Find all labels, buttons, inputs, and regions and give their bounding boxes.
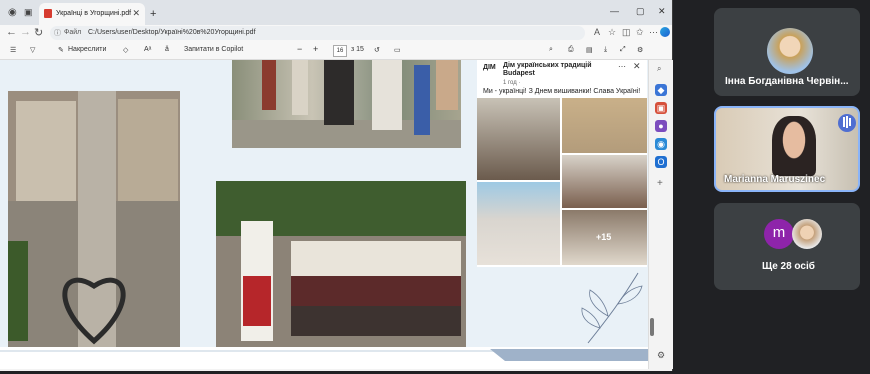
minimize-icon[interactable]: — <box>610 6 619 16</box>
add-sidebar-icon[interactable]: + <box>657 178 663 189</box>
shopping-icon[interactable]: ◆ <box>655 84 667 96</box>
save-as-icon[interactable]: ⤓ <box>604 46 607 54</box>
search-icon[interactable]: ⌕ <box>549 46 553 54</box>
reload-icon[interactable]: ↻ <box>34 26 43 39</box>
org-name[interactable]: Дім українських традицій Budapest <box>503 62 613 78</box>
browser-window: ◉ ▣ Українці в Угорщині.pdf ✕ + — ▢ ✕ ← … <box>0 0 673 371</box>
profile-icon[interactable]: ◉ <box>8 7 17 18</box>
text-icon[interactable]: Aᵃ <box>144 46 151 53</box>
tab-title: Українці в Угорщині.pdf <box>56 10 132 17</box>
tab-actions-icon[interactable]: ▣ <box>24 7 33 18</box>
office-icon[interactable]: ◉ <box>655 138 667 150</box>
back-icon[interactable]: ← <box>6 26 17 38</box>
leaf-decoration <box>581 272 643 344</box>
tab-bar: ◉ ▣ Українці в Угорщині.pdf ✕ + — ▢ ✕ <box>0 0 672 25</box>
copilot-icon[interactable] <box>660 27 670 37</box>
scrollbar-thumb[interactable] <box>650 318 654 336</box>
participant2-video <box>772 116 816 176</box>
photo-square-heart <box>8 91 180 347</box>
participant2-name: Marianna Maruszinec <box>724 174 826 185</box>
address-bar[interactable]: ⓘ Файл C:/Users/user/Desktop/Україні%20в… <box>50 26 585 40</box>
participant1-name: Інна Богданівна Червін... <box>725 76 849 87</box>
outlook-icon[interactable]: O <box>655 156 667 168</box>
pdf-icon <box>44 9 52 18</box>
post-photo-3[interactable] <box>562 155 647 208</box>
settings-icon[interactable]: ⚙ <box>637 46 643 54</box>
eraser-icon[interactable]: ◇ <box>123 46 128 54</box>
tab-pdf[interactable]: Українці в Угорщині.pdf ✕ <box>39 3 145 25</box>
photo-choir <box>216 181 466 347</box>
close-window-icon[interactable]: ✕ <box>658 6 666 17</box>
participant-tile-2[interactable]: Marianna Maruszinec <box>714 106 860 192</box>
page-bottom-strip <box>0 347 648 369</box>
favorite-icon[interactable]: ☆ <box>608 27 616 38</box>
post-photo-1[interactable] <box>477 98 560 180</box>
highlight-icon[interactable]: ▽ <box>30 46 35 54</box>
post-text: Ми - українці! З Днем вишиванки! Слава У… <box>483 88 641 95</box>
games-icon[interactable]: ● <box>655 120 667 132</box>
favorites-icon[interactable]: ✩ <box>636 27 644 38</box>
meet-panel: 🎙︎ Інна Богданівна Червін... Marianna Ma… <box>674 0 870 371</box>
read-icon[interactable]: ǎ <box>165 46 169 53</box>
others-avatar-photo <box>792 219 822 249</box>
print-icon[interactable]: ⎙ <box>568 46 574 54</box>
read-aloud-icon[interactable]: A <box>594 27 600 37</box>
choir-illustration <box>216 181 466 347</box>
org-logo: ДІМ <box>483 64 496 71</box>
photo-procession <box>232 60 461 148</box>
post-time: 1 год · <box>503 80 521 86</box>
rotate-icon[interactable]: ↺ <box>374 46 380 54</box>
zoom-out-button[interactable]: − <box>297 44 302 54</box>
close-post-icon[interactable]: ✕ <box>633 61 641 72</box>
zoom-in-button[interactable]: + <box>313 44 318 54</box>
post-photo-2[interactable] <box>562 98 647 153</box>
more-photos-count: +15 <box>596 232 612 242</box>
wave-decoration <box>0 349 648 361</box>
maximize-icon[interactable]: ▢ <box>636 6 645 17</box>
address-bar-row: ← → ↻ ⓘ Файл C:/Users/user/Desktop/Украї… <box>0 25 672 42</box>
others-tile[interactable]: m Ще 28 осіб <box>714 203 860 290</box>
page-view-icon[interactable]: ▭ <box>394 46 401 54</box>
page-number-input[interactable]: 16 <box>333 45 347 57</box>
sidebar-settings-icon[interactable]: ⚙ <box>657 350 665 361</box>
page-total: з 15 <box>351 46 364 53</box>
procession-illustration <box>232 60 461 148</box>
participant-tile-1[interactable]: Інна Богданівна Червін... <box>714 8 860 96</box>
close-tab-icon[interactable]: ✕ <box>132 8 140 19</box>
tools-icon[interactable]: ▣ <box>655 102 667 114</box>
pdf-toolbar: ☰ ▽ ✎ Накреслити ◇ Aᵃ ǎ Запитати в Copil… <box>0 42 672 60</box>
others-label: Ще 28 осіб <box>762 261 815 272</box>
more-options-icon[interactable]: ⋯ <box>618 62 626 71</box>
participant1-avatar <box>767 28 813 74</box>
toc-icon[interactable]: ☰ <box>10 46 16 54</box>
speaking-indicator-icon <box>838 114 856 132</box>
draw-icon[interactable]: ✎ <box>58 46 64 54</box>
info-icon[interactable]: ⓘ <box>54 28 61 38</box>
facebook-post: ДІМ Дім українських традицій Budapest 1 … <box>477 60 647 267</box>
address-scheme-label: Файл <box>64 29 82 36</box>
search-sidebar-icon[interactable]: ⌕ <box>657 64 661 74</box>
address-url: C:/Users/user/Desktop/Україні%20в%20Угор… <box>88 29 256 36</box>
save-icon[interactable]: ▤ <box>586 46 593 54</box>
post-photo-5[interactable]: +15 <box>562 210 647 265</box>
ask-copilot-button[interactable]: Запитати в Copilot <box>184 46 243 53</box>
others-avatar-m: m <box>764 219 794 249</box>
new-tab-icon[interactable]: + <box>150 8 156 20</box>
draw-button[interactable]: Накреслити <box>68 46 106 53</box>
more-icon[interactable]: ⋯ <box>649 27 658 38</box>
square-heart-illustration <box>8 91 180 347</box>
fullscreen-icon[interactable]: ⤢ <box>620 46 626 54</box>
forward-icon[interactable]: → <box>20 26 31 38</box>
post-photo-4[interactable] <box>477 182 560 265</box>
split-screen-icon[interactable]: ◫ <box>622 27 631 38</box>
